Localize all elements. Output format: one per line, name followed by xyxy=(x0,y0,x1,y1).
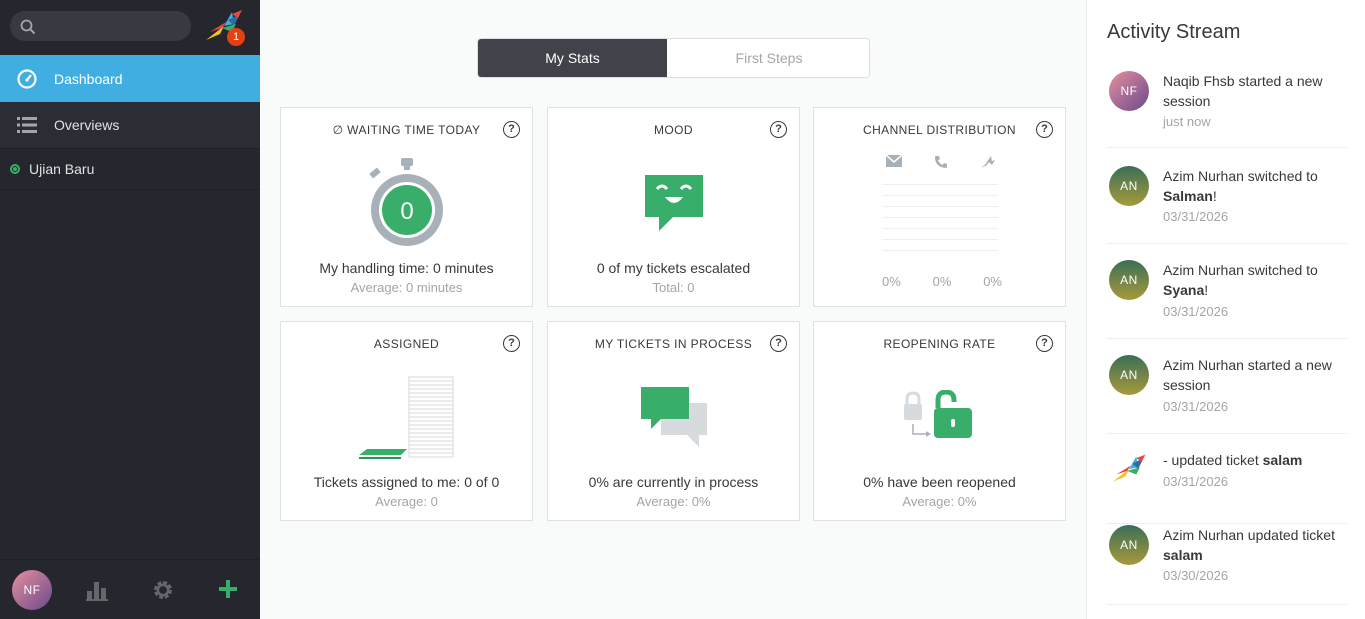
avatar[interactable]: AN xyxy=(1109,260,1149,300)
chat-percent: 0% xyxy=(983,274,1002,289)
reports-icon[interactable] xyxy=(86,579,108,601)
card-title: CHANNEL DISTRIBUTION xyxy=(863,123,1016,137)
card-sub-text: Average: 0% xyxy=(636,494,711,509)
activity-time: just now xyxy=(1163,114,1211,129)
stopwatch-graphic: 0 xyxy=(281,156,532,252)
chat-bubbles-icon xyxy=(640,387,707,447)
help-icon[interactable]: ? xyxy=(770,335,787,352)
list-icon xyxy=(17,117,37,133)
help-icon[interactable]: ? xyxy=(1036,121,1053,138)
in-process-graphic xyxy=(548,370,799,466)
card-title: ASSIGNED xyxy=(373,337,440,351)
activity-item[interactable]: NF Naqib Fhsb started a new session just… xyxy=(1107,71,1347,148)
activity-time: 03/30/2026 xyxy=(1163,568,1229,583)
search-icon xyxy=(20,19,36,35)
activity-item[interactable]: AN Azim Nurhan switched to Syana! 03/31/… xyxy=(1107,260,1347,339)
mood-graphic xyxy=(548,156,799,252)
help-icon[interactable]: ? xyxy=(503,335,520,352)
tab-first-steps[interactable]: First Steps xyxy=(667,39,869,77)
add-icon[interactable] xyxy=(218,579,238,599)
gear-icon[interactable] xyxy=(152,579,174,601)
avatar[interactable]: NF xyxy=(1109,71,1149,111)
avatar[interactable]: AN xyxy=(1109,355,1149,395)
card-sub-text: Average: 0% xyxy=(902,494,977,509)
assigned-graphic xyxy=(281,370,532,466)
activity-text: - updated ticket salam xyxy=(1163,452,1303,468)
help-icon[interactable]: ? xyxy=(770,121,787,138)
system-bird-icon xyxy=(1112,454,1146,482)
card-main-text: 0 of my tickets escalated xyxy=(596,260,751,276)
waiting-time-value: 0 xyxy=(400,198,413,225)
search-input[interactable] xyxy=(40,11,185,41)
user-avatar[interactable]: NF xyxy=(12,570,52,610)
chat-bird-icon xyxy=(981,156,995,168)
card-title: MOOD xyxy=(654,123,693,137)
phone-percent: 0% xyxy=(932,274,952,289)
activity-text: Naqib Fhsb started a new session xyxy=(1163,73,1323,109)
card-main-text: 0% have been reopened xyxy=(863,474,1016,490)
email-icon xyxy=(886,155,902,167)
activity-text: Azim Nurhan started a new session xyxy=(1163,357,1332,393)
channel-grid xyxy=(883,184,998,260)
activity-time: 03/31/2026 xyxy=(1163,304,1229,319)
card-tickets-in-process: MY TICKETS IN PROCESS ? 0% are currently… xyxy=(547,321,800,521)
happy-chat-icon xyxy=(644,175,703,231)
channel-icons xyxy=(886,155,996,169)
dashboard-icon xyxy=(17,68,37,89)
help-icon[interactable]: ? xyxy=(1036,335,1053,352)
card-title: ∅ WAITING TIME TODAY xyxy=(332,123,481,137)
card-sub-text: Average: 0 xyxy=(375,494,438,509)
nav-overviews[interactable]: Overviews xyxy=(0,102,260,149)
activity-item[interactable]: AN Azim Nurhan updated ticket salam 03/3… xyxy=(1107,525,1347,605)
unlock-icon xyxy=(903,390,972,438)
card-waiting-time: ∅ WAITING TIME TODAY ? 0 My handling tim… xyxy=(280,107,533,307)
task-item-ujian-baru[interactable]: Ujian Baru xyxy=(0,149,260,190)
activity-item[interactable]: AN Azim Nurhan switched to Salman! 03/31… xyxy=(1107,166,1347,244)
ticket-stack-icon xyxy=(358,376,453,459)
card-title: MY TICKETS IN PROCESS xyxy=(594,337,753,351)
card-channel-distribution: CHANNEL DISTRIBUTION ? 0% 0% 0% xyxy=(813,107,1066,307)
phone-icon xyxy=(935,156,947,168)
card-title: REOPENING RATE xyxy=(883,337,996,351)
stopwatch-icon: 0 xyxy=(368,158,443,246)
avatar[interactable]: AN xyxy=(1109,525,1149,565)
card-assigned: ASSIGNED ? Tickets assigned to me: 0 of … xyxy=(280,321,533,521)
stats-tabs: My Stats First Steps xyxy=(477,38,870,78)
dashboard-main: My Stats First Steps ∅ WAITING TIME TODA… xyxy=(260,0,1086,619)
channel-percentages: 0% 0% 0% xyxy=(882,274,1002,289)
card-sub-text: Average: 0 minutes xyxy=(350,280,463,295)
activity-time: 03/31/2026 xyxy=(1163,209,1229,224)
activity-time: 03/31/2026 xyxy=(1163,399,1229,414)
sidebar-footer: NF xyxy=(0,559,260,619)
tab-my-stats[interactable]: My Stats xyxy=(478,39,667,77)
avatar[interactable]: AN xyxy=(1109,166,1149,206)
activity-text: Azim Nurhan switched to Syana! xyxy=(1163,262,1318,298)
activity-stream: Activity Stream NF Naqib Fhsb started a … xyxy=(1086,0,1365,619)
card-main-text: My handling time: 0 minutes xyxy=(319,260,494,276)
card-mood: MOOD ? 0 of my tickets escalated Total: … xyxy=(547,107,800,307)
nav-overviews-label: Overviews xyxy=(54,117,120,133)
search-box xyxy=(10,11,191,41)
reopening-graphic xyxy=(814,370,1065,466)
card-main-text: Tickets assigned to me: 0 of 0 xyxy=(313,474,500,490)
activity-item[interactable]: - updated ticket salam 03/31/2026 xyxy=(1107,450,1347,524)
card-sub-text: Total: 0 xyxy=(652,280,695,295)
activity-stream-title: Activity Stream xyxy=(1107,21,1241,43)
sidebar: 1 Dashboard Overviews Ujian Baru NF xyxy=(0,0,260,619)
help-icon[interactable]: ? xyxy=(503,121,520,138)
email-percent: 0% xyxy=(882,274,901,289)
nav-dashboard[interactable]: Dashboard xyxy=(0,55,260,102)
activity-time: 03/31/2026 xyxy=(1163,474,1229,489)
activity-text: Azim Nurhan switched to Salman! xyxy=(1163,168,1318,204)
activity-item[interactable]: AN Azim Nurhan started a new session 03/… xyxy=(1107,355,1347,434)
card-reopening-rate: REOPENING RATE ? 0% have been reopened A… xyxy=(813,321,1066,521)
notification-badge[interactable]: 1 xyxy=(227,28,245,46)
card-main-text: 0% are currently in process xyxy=(588,474,759,490)
activity-text: Azim Nurhan updated ticket salam xyxy=(1163,527,1335,563)
task-item-label: Ujian Baru xyxy=(29,161,95,177)
task-status-icon xyxy=(10,164,20,174)
nav-dashboard-label: Dashboard xyxy=(54,70,123,87)
